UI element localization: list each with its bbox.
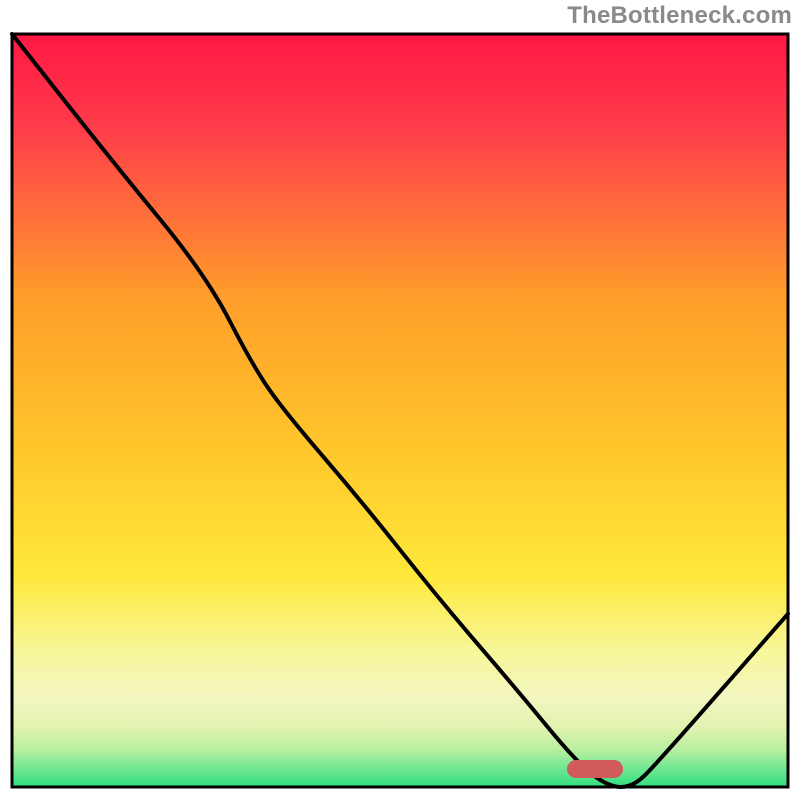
chart-stage: TheBottleneck.com [0,0,800,800]
chart-curve-layer [0,0,800,800]
sweet-spot-marker [567,760,623,778]
watermark-label: TheBottleneck.com [567,2,792,30]
bottleneck-curve [12,34,788,787]
